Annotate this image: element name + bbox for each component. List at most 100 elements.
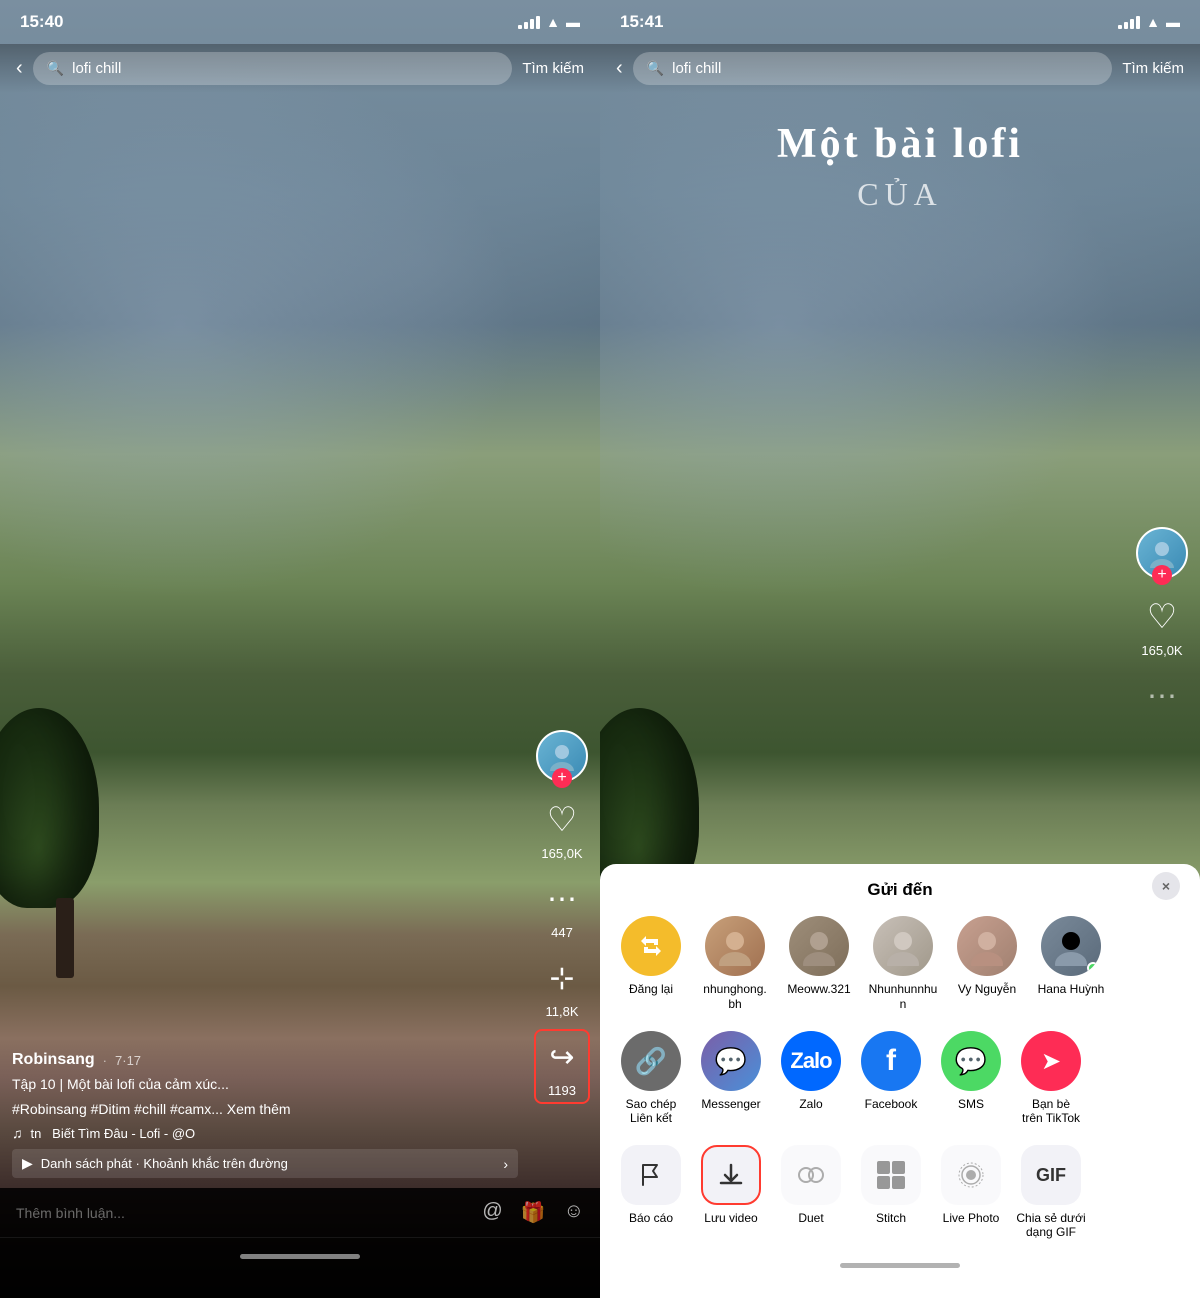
friend-item-5[interactable]: Hana Huỳnh [1036,916,1106,1011]
app-item-zalo[interactable]: Zalo Zalo [776,1031,846,1125]
tiktok-friends-icon: ➤ [1021,1031,1081,1091]
friend-img-4 [967,926,1007,966]
heart-icon-left: ♡ [547,800,577,840]
gift-icon-left[interactable]: 🎁 [521,1200,546,1225]
playlist-text-left: Danh sách phát · Khoảnh khắc trên đường [41,1156,496,1171]
flag-icon [637,1161,665,1189]
gif-icon-wrap: GIF [1021,1145,1081,1205]
download-icon [717,1161,745,1189]
facebook-icon: f [861,1031,921,1091]
like-button-left[interactable]: ♡ 165,0K [540,798,584,861]
avatar-left[interactable]: + [536,730,588,782]
hashtags-left: #Robinsang #Ditim #chill #camx... Xem th… [12,1101,518,1117]
music-row-left[interactable]: ♫ tn Biết Tìm Đâu - Lofi - @O [12,1125,518,1141]
app-item-tiktok-friends[interactable]: ➤ Bạn bètrên TikTok [1016,1031,1086,1125]
apps-row: 🔗 Sao chépLiên kết 💬 Messenger Zalo Zalo… [600,1027,1200,1141]
comment-bar-left: Thêm bình luận... @ 🎁 ☺ [0,1188,600,1298]
duet-icon-wrap [781,1145,841,1205]
avatar-right[interactable]: + [1136,527,1188,579]
comment-icon-right: ⋯ [1147,679,1177,714]
comment-input-row-left: Thêm bình luận... @ 🎁 ☺ [0,1188,600,1238]
avatar-image-right [1147,538,1177,568]
bookmarks-count-left: 11,8K [545,1004,578,1019]
copy-link-label: Sao chépLiên kết [626,1097,677,1125]
repost-svg [636,931,666,961]
search-query-right: lofi chill [672,60,721,77]
like-button-right[interactable]: ♡ 165,0K [1140,595,1184,658]
comment-icons-left: @ 🎁 ☺ [482,1200,584,1225]
friend-item-4[interactable]: Vy Nguyễn [952,916,1022,1011]
status-bar-left: 15:40 ▲ ▬ [0,0,600,44]
sms-label: SMS [958,1097,984,1111]
follow-plus-right[interactable]: + [1152,565,1172,585]
friend-item-2[interactable]: Meoww.321 [784,916,854,1011]
save-video-icon-wrap [701,1145,761,1205]
comment-button-right[interactable]: ⋯ [1140,674,1184,718]
stitch-icon-wrap [861,1145,921,1205]
action-item-save-video[interactable]: Lưu video [696,1145,766,1239]
report-icon-wrap [621,1145,681,1205]
bookmark-icon-left: ⊹ [549,961,574,996]
likes-count-left: 165,0K [541,846,582,861]
app-item-facebook[interactable]: f Facebook [856,1031,926,1125]
friend-item-1[interactable]: nhunghong.bh [700,916,770,1011]
share-highlight-left [534,1029,590,1104]
music-note-icon-left: ♫ [12,1125,23,1141]
follow-plus-left[interactable]: + [552,768,572,788]
friend-avatar-4 [957,916,1017,976]
friend-name-3: Nhunhunnhun [869,982,938,1011]
friend-img-3 [883,926,923,966]
search-input-left[interactable]: 🔍 lofi chill [33,52,513,85]
mention-icon-left[interactable]: @ [482,1200,502,1225]
share-sheet-close-button[interactable]: × [1152,872,1180,900]
app-item-copy-link[interactable]: 🔗 Sao chépLiên kết [616,1031,686,1125]
bookmark-button-left[interactable]: ⊹ 11,8K [540,956,584,1019]
comment-button-left[interactable]: ⋯ 447 [540,877,584,940]
gif-label: Chia sẻ dướidạng GIF [1016,1211,1085,1239]
search-icon-left: 🔍 [47,60,64,77]
status-icons-left: ▲ ▬ [518,14,580,30]
search-button-right[interactable]: Tìm kiếm [1122,60,1184,77]
friend-img-5 [1051,926,1091,966]
status-time-left: 15:40 [20,12,63,32]
home-indicator-right [840,1263,960,1268]
home-indicator-left [240,1254,360,1259]
share-button-left[interactable]: ↪ 1193 [540,1035,584,1098]
facebook-label: Facebook [865,1097,918,1111]
actions-row: Báo cáo Lưu video [600,1141,1200,1247]
duet-icon [797,1161,825,1189]
live-photo-icon-wrap [941,1145,1001,1205]
share-sheet-header: Gửi đến × [600,864,1200,908]
playlist-row-left[interactable]: ▶ Danh sách phát · Khoảnh khắc trên đườn… [12,1149,518,1178]
action-item-report[interactable]: Báo cáo [616,1145,686,1239]
back-button-left[interactable]: ‹ [16,57,23,80]
search-button-left[interactable]: Tìm kiếm [522,60,584,77]
friend-img-2 [799,926,839,966]
gif-icon: GIF [1036,1165,1066,1186]
live-photo-icon [957,1161,985,1189]
friend-name-4: Vy Nguyễn [958,982,1016,996]
friend-item-3[interactable]: Nhunhunnhun [868,916,938,1011]
signal-bars-icon-right [1118,16,1140,29]
playlist-arrow-icon-left: › [503,1156,508,1172]
friend-img-1 [715,926,755,966]
music-text-left: tn Biết Tìm Đâu - Lofi - @O [31,1126,196,1141]
app-item-messenger[interactable]: 💬 Messenger [696,1031,766,1125]
comment-input-left[interactable]: Thêm bình luận... [16,1205,472,1221]
app-item-sms[interactable]: 💬 SMS [936,1031,1006,1125]
friend-item-repost[interactable]: Đăng lại [616,916,686,1011]
right-controls-right: + ♡ 165,0K ⋯ [1136,527,1188,718]
back-button-right[interactable]: ‹ [616,57,623,80]
search-bar-right: ‹ 🔍 lofi chill Tìm kiếm [600,44,1200,93]
battery-icon: ▬ [566,14,580,30]
caption-left: Tập 10 | Một bài lofi của cảm xúc... [12,1075,518,1095]
search-input-right[interactable]: 🔍 lofi chill [633,52,1113,85]
repost-label: Đăng lại [629,982,673,996]
username-row-left: Robinsang · 7·17 [12,1051,518,1069]
status-bar-right: 15:41 ▲ ▬ [600,0,1200,44]
action-item-gif[interactable]: GIF Chia sẻ dướidạng GIF [1016,1145,1086,1239]
wifi-icon: ▲ [546,14,560,30]
date-left: 7·17 [115,1053,141,1068]
emoji-icon-left[interactable]: ☺ [564,1200,584,1225]
bottom-content-left: Robinsang · 7·17 Tập 10 | Một bài lofi c… [0,1051,530,1178]
